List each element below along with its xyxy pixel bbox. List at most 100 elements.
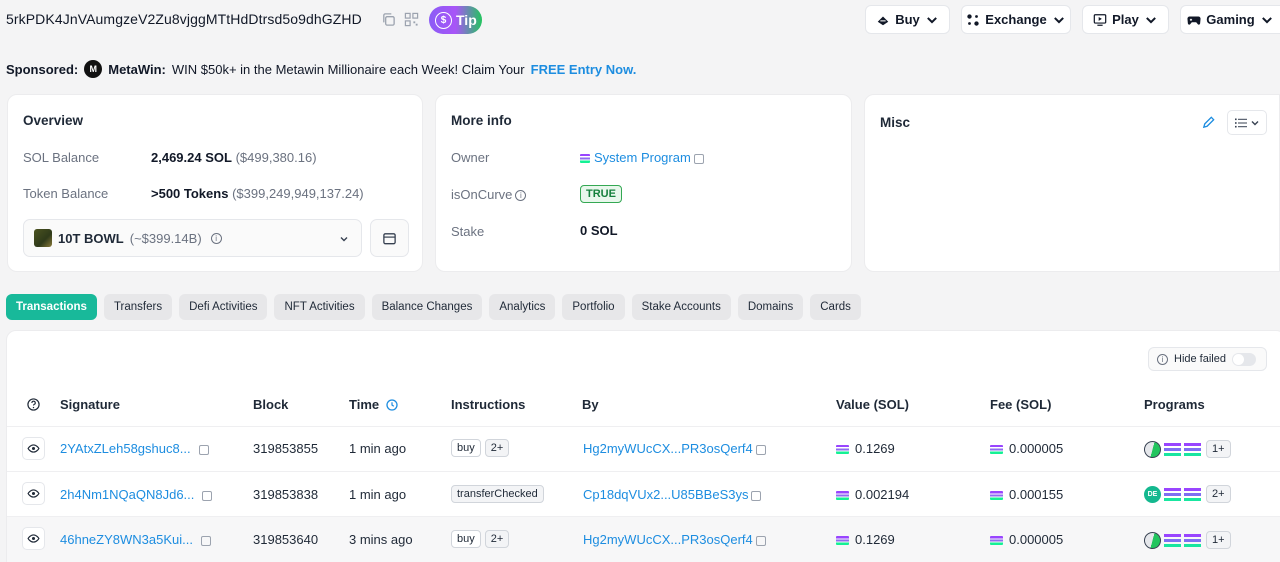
copy-icon[interactable]: [751, 490, 762, 501]
instruction-more-chip[interactable]: 2+: [484, 530, 510, 548]
tip-label: Tip: [456, 12, 477, 28]
token-balance-value: >500 Tokens ($399,249,949,137.24): [151, 186, 364, 201]
by-link[interactable]: Hg2myWUcCX...PR3osQerf4: [583, 441, 753, 456]
stake-value: 0 SOL: [580, 223, 618, 238]
eye-icon: [27, 534, 40, 543]
token-thumbnail: [34, 229, 52, 247]
hide-failed-toggle[interactable]: i Hide failed: [1148, 347, 1267, 371]
row-divider: [7, 516, 1280, 517]
instruction-chip[interactable]: transferChecked: [451, 485, 544, 503]
chevron-down-icon: [1145, 16, 1156, 23]
edit-pencil-icon[interactable]: [1201, 115, 1216, 130]
block-link[interactable]: 319853855: [253, 441, 318, 456]
more-info-title: More info: [451, 113, 512, 128]
help-circle-icon: [27, 398, 40, 411]
fee-amount: 0.000005: [1009, 441, 1064, 456]
preview-button[interactable]: [22, 527, 45, 550]
solana-program-icon[interactable]: [1184, 442, 1201, 456]
copy-icon[interactable]: [198, 444, 209, 455]
chevron-down-icon: [1251, 120, 1258, 125]
de-program-icon[interactable]: DE: [1144, 485, 1161, 503]
owner-value[interactable]: System Program: [580, 150, 704, 165]
instructions-cell: transferChecked: [451, 485, 548, 503]
misc-view-menu-button[interactable]: [1227, 110, 1267, 135]
by-link[interactable]: Cp18dqVUx2...U85BBeS3ys: [583, 487, 748, 502]
chevron-down-icon: [926, 16, 937, 23]
tab-transfers[interactable]: Transfers: [103, 294, 173, 320]
block-link[interactable]: 319853640: [253, 532, 318, 547]
hide-failed-label: Hide failed: [1174, 353, 1226, 365]
by-cell: Cp18dqVUx2...U85BBeS3ys: [583, 487, 762, 502]
misc-title: Misc: [880, 115, 911, 130]
tab-domains[interactable]: Domains: [737, 294, 804, 320]
signature-link[interactable]: 46hneZY8WN3a5Kui...: [60, 532, 193, 547]
pill-program-icon[interactable]: [1140, 437, 1165, 461]
tab-analytics[interactable]: Analytics: [489, 294, 556, 320]
instruction-chip[interactable]: buy: [451, 530, 481, 548]
nav-exchange-button[interactable]: Exchange: [961, 5, 1071, 34]
preview-button[interactable]: [22, 437, 45, 460]
row-divider: [7, 471, 1280, 472]
nav-buy-label: Buy: [895, 12, 920, 27]
fee-cell: 0.000005: [990, 532, 1063, 547]
preview-button[interactable]: [22, 482, 45, 505]
info-icon: i: [515, 190, 527, 202]
tab-transactions[interactable]: Transactions: [6, 294, 97, 320]
chevron-down-icon: [1261, 16, 1272, 23]
copy-icon[interactable]: [381, 12, 396, 27]
copy-icon[interactable]: [755, 535, 766, 546]
tab-portfolio[interactable]: Portfolio: [562, 294, 625, 320]
sponsor-brand: MetaWin:: [108, 61, 166, 77]
instruction-chip[interactable]: buy: [451, 439, 481, 457]
signature-link[interactable]: 2YAtxZLeh58gshuc8...: [60, 441, 191, 456]
tab-defi-activities[interactable]: Defi Activities: [179, 294, 268, 320]
value-amount: 0.1269: [855, 532, 895, 547]
col-value: Value (SOL): [836, 397, 909, 412]
solana-program-icon[interactable]: [1184, 487, 1201, 501]
instruction-more-chip[interactable]: 2+: [484, 439, 510, 457]
clock-icon[interactable]: [386, 399, 398, 411]
row-divider: [7, 426, 1280, 427]
info-icon: i: [210, 232, 222, 244]
copy-icon[interactable]: [202, 490, 213, 501]
owner-link[interactable]: System Program: [594, 150, 691, 165]
programs-more-chip[interactable]: 1+: [1206, 531, 1231, 549]
tab-balance-changes[interactable]: Balance Changes: [371, 294, 483, 320]
programs-more-chip[interactable]: 1+: [1206, 440, 1231, 458]
copy-icon[interactable]: [200, 535, 211, 546]
solana-icon: [836, 536, 849, 546]
account-address: 5rkPDK4JnVAumgzeV2Zu8vjggMTtHdDtrsd5o9dh…: [6, 11, 362, 27]
buy-icon: [877, 16, 889, 25]
nav-buy-button[interactable]: Buy: [865, 5, 950, 34]
eye-icon: [27, 444, 40, 453]
programs-more-chip[interactable]: 2+: [1206, 485, 1231, 503]
tab-stake-accounts[interactable]: Stake Accounts: [631, 294, 731, 320]
chevron-down-icon: [340, 237, 348, 242]
solana-program-icon[interactable]: [1164, 533, 1181, 547]
wallet-button[interactable]: [370, 219, 409, 257]
qr-code-icon[interactable]: [404, 12, 419, 27]
toggle-switch[interactable]: [1232, 353, 1256, 366]
time-cell: 1 min ago: [349, 487, 407, 502]
sol-balance-value: 2,469.24 SOL ($499,380.16): [151, 150, 317, 165]
pill-program-icon[interactable]: [1140, 528, 1165, 552]
solana-program-icon[interactable]: [1164, 487, 1181, 501]
signature-link[interactable]: 2h4Nm1NQaQN8Jd6...: [60, 487, 194, 502]
nav-gaming-button[interactable]: Gaming: [1180, 5, 1280, 34]
copy-icon[interactable]: [755, 444, 766, 455]
solana-program-icon[interactable]: [1184, 533, 1201, 547]
tip-button[interactable]: $ Tip: [429, 6, 482, 34]
signature-cell: 2YAtxZLeh58gshuc8...: [60, 441, 209, 456]
block-link[interactable]: 319853838: [253, 487, 318, 502]
list-icon: [1234, 118, 1247, 127]
col-time[interactable]: Time: [349, 397, 398, 412]
solana-program-icon[interactable]: [1164, 442, 1181, 456]
copy-icon[interactable]: [693, 153, 704, 164]
tab-cards[interactable]: Cards: [810, 294, 861, 320]
tab-nft-activities[interactable]: NFT Activities: [274, 294, 365, 320]
by-link[interactable]: Hg2myWUcCX...PR3osQerf4: [583, 532, 753, 547]
token-select-dropdown[interactable]: 10T BOWL (~$399.14B) i: [23, 219, 362, 257]
nav-play-button[interactable]: Play: [1082, 5, 1169, 34]
sol-balance-amount: 2,469.24 SOL: [151, 150, 232, 165]
sponsor-cta-link[interactable]: FREE Entry Now.: [531, 62, 637, 77]
